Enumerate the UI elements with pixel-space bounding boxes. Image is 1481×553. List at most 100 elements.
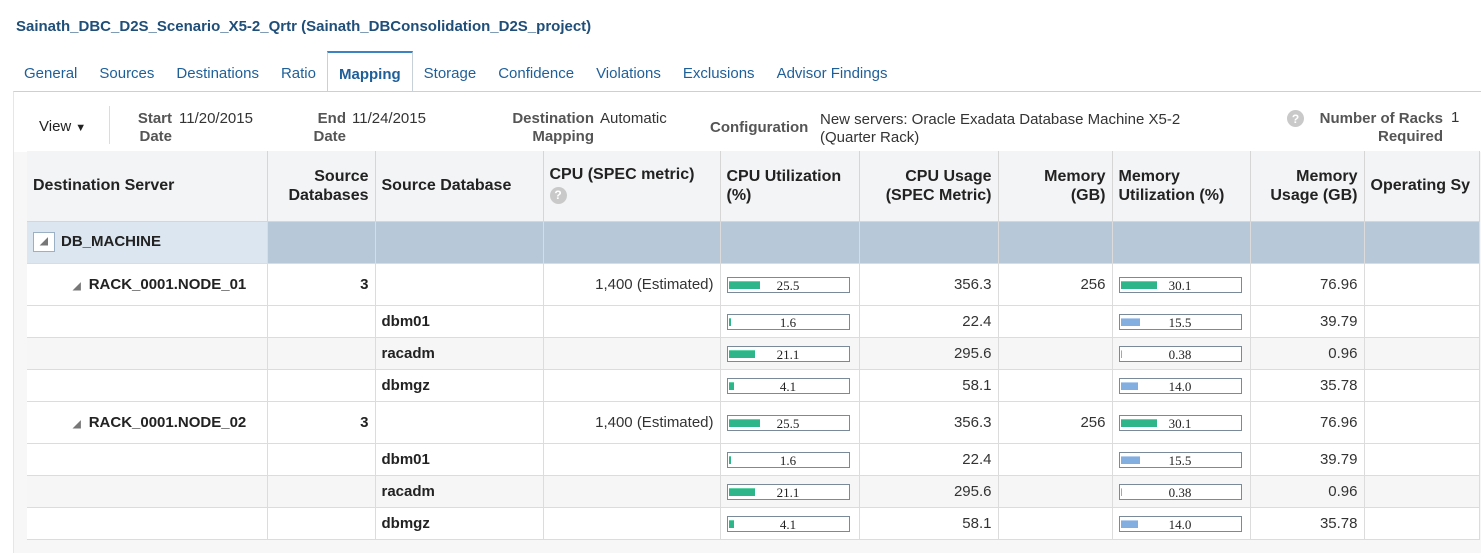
destination-server-cell [27,475,268,508]
tab-sources[interactable]: Sources [88,51,165,92]
col-destination-server[interactable]: Destination Server [27,151,268,222]
cpu-spec-cell [543,443,721,476]
memory-utilization-value: 30.1 [1168,415,1192,431]
node-row[interactable]: ◢ RACK_0001.NODE_01 3 1,400 (Estimated) 25.5… [27,263,1480,306]
operating-system-cell [1364,305,1480,338]
cpu-utilization-bar: 25.5 [726,276,850,293]
tab-general[interactable]: General [13,51,88,92]
configuration-value-line2: (Quarter Rack) [820,129,920,146]
col-cpu-utilization[interactable]: CPU Utilization (%) [720,151,860,222]
tab-confidence[interactable]: Confidence [487,51,585,92]
operating-system-cell [1364,263,1480,306]
start-date-label-line2: Date [139,128,172,145]
destination-server-cell [27,507,268,540]
col-source-databases[interactable]: Source Databases [267,151,376,222]
memory-usage-cell: 35.78 [1250,507,1365,540]
memory-utilization-cell: 15.5 [1112,305,1251,338]
cpu-utilization-bar: 4.1 [726,377,850,394]
memory-utilization-cell: 0.38 [1112,337,1251,370]
tab-mapping[interactable]: Mapping [326,51,413,92]
memory-utilization-bar: 14.0 [1118,515,1242,532]
memory-utilization-value: 15.5 [1168,314,1192,330]
cpu-utilization-value: 21.1 [776,346,800,362]
divider [109,106,110,144]
destination-server-cell [27,369,268,402]
mapping-toolbar: View ▼ Start Date 11/20/2015 End Date 11/… [14,92,1481,152]
cpu-utilization-value: 21.1 [776,484,800,500]
destination-mapping-value: Automatic [600,110,667,127]
collapse-triangle-icon[interactable]: ◢ [33,232,55,252]
mapping-table: Destination Server Source Databases Sour… [27,151,1480,540]
memory-usage-cell: 39.79 [1250,305,1365,338]
database-row[interactable]: racadm 21.1 295.6 0.38 0.96 [27,337,1480,370]
memory-cell [998,337,1113,370]
database-row[interactable]: dbmgz 4.1 58.1 14.0 35.78 [27,369,1480,402]
start-date-value: 11/20/2015 [179,110,253,127]
tab-advisor-findings[interactable]: Advisor Findings [766,51,899,92]
collapse-triangle-icon[interactable]: ◢ [73,419,81,430]
cpu-spec-cell [543,475,721,508]
collapse-triangle-icon[interactable]: ◢ [73,281,81,292]
destination-server-cell [27,337,268,370]
cpu-usage-cell: 356.3 [859,263,999,306]
source-database-name: dbmgz [375,369,544,402]
cpu-utilization-value: 1.6 [779,452,797,468]
group-cell [859,221,999,264]
col-source-databases-line1: Source [314,167,369,185]
memory-usage-cell: 35.78 [1250,369,1365,402]
group-row[interactable]: ◢ DB_MACHINE [27,221,1480,264]
col-cpu-utilization-line1: CPU Utilization [726,167,842,185]
racks-label-line2: Required [1377,128,1443,145]
view-menu-button[interactable]: View ▼ [39,118,86,135]
memory-utilization-value: 0.38 [1168,346,1192,362]
cpu-usage-cell: 22.4 [859,305,999,338]
memory-utilization-bar: 0.38 [1118,345,1242,362]
group-cell [1250,221,1365,264]
col-cpu-usage-line1: CPU Usage [905,167,992,185]
memory-utilization-value: 14.0 [1168,516,1192,532]
memory-cell: 256 [998,263,1113,306]
memory-utilization-cell: 0.38 [1112,475,1251,508]
cpu-utilization-bar: 21.1 [726,483,850,500]
cpu-spec-cell: 1,400 (Estimated) [543,401,721,444]
operating-system-cell [1364,337,1480,370]
col-cpu-usage-line2: (SPEC Metric) [885,186,992,204]
col-memory-utilization[interactable]: Memory Utilization (%) [1112,151,1251,222]
destination-mapping-label-line2: Mapping [532,128,594,145]
database-row[interactable]: racadm 21.1 295.6 0.38 0.96 [27,475,1480,508]
memory-usage-cell: 76.96 [1250,401,1365,444]
source-databases-cell [267,369,376,402]
node-row[interactable]: ◢ RACK_0001.NODE_02 3 1,400 (Estimated) 25.5… [27,401,1480,444]
col-memory-usage[interactable]: Memory Usage (GB) [1250,151,1365,222]
end-date-label-line1: End [317,110,346,127]
end-date-value: 11/24/2015 [352,110,426,127]
tab-destinations[interactable]: Destinations [165,51,270,92]
col-source-database[interactable]: Source Database [375,151,544,222]
tab-exclusions[interactable]: Exclusions [672,51,766,92]
cpu-utilization-value: 1.6 [779,314,797,330]
racks-required-label: Number of Racks Required [1310,110,1443,146]
col-cpu-spec-label: CPU (SPEC metric) [549,166,695,183]
col-cpu-usage[interactable]: CPU Usage (SPEC Metric) [859,151,999,222]
source-databases-cell: 3 [267,401,376,444]
memory-utilization-cell: 30.1 [1112,401,1251,444]
destination-server-cell [27,443,268,476]
operating-system-cell [1364,507,1480,540]
cpu-utilization-bar: 25.5 [726,414,850,431]
col-cpu-spec[interactable]: CPU (SPEC metric) ? [543,151,721,222]
database-row[interactable]: dbm01 1.6 22.4 15.5 39.79 [27,305,1480,338]
cpu-utilization-cell: 1.6 [720,305,860,338]
col-memory[interactable]: Memory (GB) [998,151,1113,222]
tab-violations[interactable]: Violations [585,51,672,92]
tab-ratio[interactable]: Ratio [270,51,327,92]
tab-storage[interactable]: Storage [413,51,488,92]
database-row[interactable]: dbmgz 4.1 58.1 14.0 35.78 [27,507,1480,540]
help-icon[interactable]: ? [1287,110,1304,127]
database-row[interactable]: dbm01 1.6 22.4 15.5 39.79 [27,443,1480,476]
cpu-utilization-bar: 4.1 [726,515,850,532]
operating-system-cell [1364,401,1480,444]
help-icon[interactable]: ? [549,187,567,204]
col-operating-system[interactable]: Operating Sy [1364,151,1480,222]
cpu-spec-cell [543,305,721,338]
memory-utilization-bar: 30.1 [1118,414,1242,431]
